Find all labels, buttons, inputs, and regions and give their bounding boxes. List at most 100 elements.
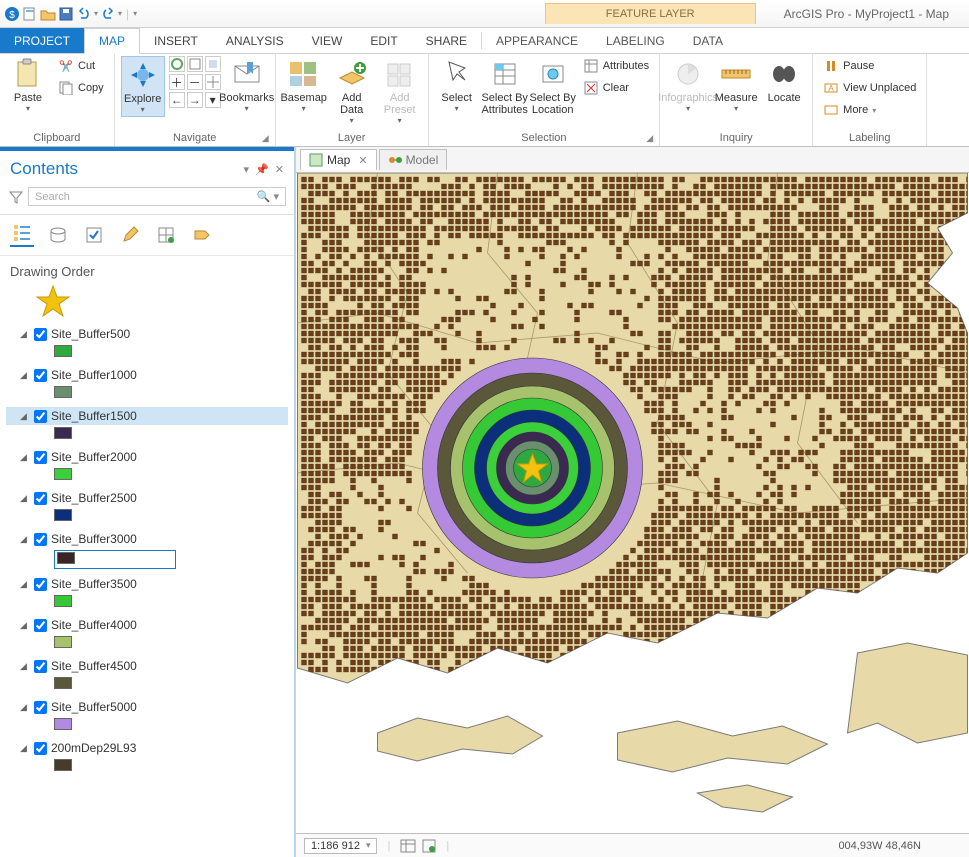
select-by-attributes-button[interactable]: Select By Attributes <box>483 56 527 118</box>
collapse-icon[interactable]: ◢ <box>20 370 30 381</box>
prev-extent-icon[interactable]: ← <box>169 92 185 108</box>
search-input[interactable]: Search 🔍 ▾ <box>28 187 286 206</box>
redo-dropdown-icon[interactable]: ▾ <box>118 9 122 18</box>
tab-map[interactable]: MAP <box>84 28 140 54</box>
layer-swatch[interactable] <box>54 718 72 730</box>
clear-button[interactable]: Clear <box>579 78 653 98</box>
nav-icon[interactable] <box>205 74 221 90</box>
list-by-selection-icon[interactable] <box>82 223 106 247</box>
collapse-icon[interactable]: ◢ <box>20 661 30 672</box>
layer-visibility-checkbox[interactable] <box>34 328 47 341</box>
layer-row[interactable]: ◢ Site_Buffer2500 <box>6 489 288 507</box>
layer-row[interactable]: ◢ Site_Buffer2000 <box>6 448 288 466</box>
tab-share[interactable]: SHARE <box>412 28 481 53</box>
new-icon[interactable] <box>22 6 38 22</box>
tab-view[interactable]: VIEW <box>298 28 357 53</box>
redo-icon[interactable] <box>100 6 116 22</box>
qat-customize-icon[interactable]: ▾ <box>133 9 137 18</box>
more-button[interactable]: More ▾ <box>819 100 920 120</box>
tab-model-view[interactable]: Model <box>379 149 448 170</box>
close-icon[interactable]: ✕ <box>275 163 284 176</box>
launcher-icon[interactable]: ◢ <box>646 133 653 144</box>
pause-button[interactable]: Pause <box>819 56 920 76</box>
tab-project[interactable]: PROJECT <box>0 28 84 53</box>
layer-row[interactable]: ◢ Site_Buffer500 <box>6 325 288 343</box>
layer-row[interactable]: ◢ Site_Buffer1000 <box>6 366 288 384</box>
attributes-button[interactable]: Attributes <box>579 56 653 76</box>
layer-visibility-checkbox[interactable] <box>34 660 47 673</box>
infographics-button[interactable]: Infographics▾ <box>666 56 710 115</box>
layer-row[interactable]: ◢ Site_Buffer4000 <box>6 616 288 634</box>
collapse-icon[interactable]: ◢ <box>20 620 30 631</box>
layer-visibility-checkbox[interactable] <box>34 619 47 632</box>
tab-insert[interactable]: INSERT <box>140 28 212 53</box>
sel-count-icon[interactable] <box>400 839 416 853</box>
list-by-snapping-icon[interactable] <box>154 223 178 247</box>
list-by-source-icon[interactable] <box>46 223 70 247</box>
zoom-layer-icon[interactable] <box>205 56 221 72</box>
layer-swatch[interactable] <box>54 677 72 689</box>
collapse-icon[interactable]: ◢ <box>20 579 30 590</box>
copy-button[interactable]: Copy <box>54 78 108 98</box>
fixed-zoomin-icon[interactable]: ＋ <box>169 74 185 90</box>
launcher-icon[interactable]: ◢ <box>262 133 269 144</box>
map-canvas[interactable] <box>296 173 969 833</box>
layer-swatch[interactable] <box>54 345 72 357</box>
dropdown-icon[interactable]: ▾ <box>244 163 250 176</box>
scale-selector[interactable]: 1:186 912▾ <box>304 838 377 854</box>
select-by-location-button[interactable]: Select By Location <box>531 56 575 118</box>
undo-icon[interactable] <box>76 6 92 22</box>
select-button[interactable]: Select▾ <box>435 56 479 115</box>
layer-swatch[interactable] <box>54 468 72 480</box>
add-data-button[interactable]: Add Data▾ <box>330 56 374 127</box>
layer-swatch[interactable] <box>54 427 72 439</box>
locate-button[interactable]: Locate <box>762 56 806 106</box>
collapse-icon[interactable]: ◢ <box>20 534 30 545</box>
layer-swatch[interactable] <box>54 636 72 648</box>
filter-icon[interactable] <box>8 189 24 205</box>
close-icon[interactable]: ✕ <box>358 154 367 167</box>
basemap-button[interactable]: Basemap▾ <box>282 56 326 115</box>
save-icon[interactable] <box>58 6 74 22</box>
collapse-icon[interactable]: ◢ <box>20 743 30 754</box>
tab-analysis[interactable]: ANALYSIS <box>212 28 298 53</box>
undo-dropdown-icon[interactable]: ▾ <box>94 9 98 18</box>
layer-visibility-checkbox[interactable] <box>34 369 47 382</box>
snap-icon[interactable] <box>422 839 436 853</box>
layer-visibility-checkbox[interactable] <box>34 578 47 591</box>
pin-icon[interactable]: 📌 <box>255 163 269 176</box>
layer-row[interactable]: ◢ Site_Buffer4500 <box>6 657 288 675</box>
collapse-icon[interactable]: ◢ <box>20 493 30 504</box>
layer-row[interactable]: ◢ Site_Buffer3000 <box>6 530 288 548</box>
layer-swatch[interactable] <box>54 550 176 569</box>
collapse-icon[interactable]: ◢ <box>20 452 30 463</box>
layer-visibility-checkbox[interactable] <box>34 742 47 755</box>
layer-visibility-checkbox[interactable] <box>34 533 47 546</box>
tab-appearance[interactable]: APPEARANCE <box>482 28 592 53</box>
tab-edit[interactable]: EDIT <box>356 28 411 53</box>
layer-row[interactable]: ◢ Site_Buffer5000 <box>6 698 288 716</box>
explore-button[interactable]: Explore▾ <box>121 56 165 117</box>
layer-visibility-checkbox[interactable] <box>34 410 47 423</box>
cut-button[interactable]: ✂️Cut <box>54 56 108 76</box>
layer-swatch[interactable] <box>54 595 72 607</box>
collapse-icon[interactable]: ◢ <box>20 411 30 422</box>
layer-swatch[interactable] <box>54 759 72 771</box>
tab-data[interactable]: DATA <box>679 28 737 53</box>
next-extent-icon[interactable]: → <box>187 92 203 108</box>
list-by-editing-icon[interactable] <box>118 223 142 247</box>
zoom-sel-icon[interactable] <box>187 56 203 72</box>
layer-visibility-checkbox[interactable] <box>34 451 47 464</box>
layer-swatch[interactable] <box>54 509 72 521</box>
layer-visibility-checkbox[interactable] <box>34 492 47 505</box>
view-unplaced-button[interactable]: AView Unplaced <box>819 78 920 98</box>
collapse-icon[interactable]: ◢ <box>20 702 30 713</box>
layer-row[interactable]: ◢ Site_Buffer1500 <box>6 407 288 425</box>
paste-button[interactable]: Paste ▾ <box>6 56 50 115</box>
list-by-labeling-icon[interactable] <box>190 223 214 247</box>
full-extent-icon[interactable] <box>169 56 185 72</box>
collapse-icon[interactable]: ◢ <box>20 329 30 340</box>
tab-labeling[interactable]: LABELING <box>592 28 679 53</box>
layer-row[interactable]: ◢ Site_Buffer3500 <box>6 575 288 593</box>
layer-visibility-checkbox[interactable] <box>34 701 47 714</box>
